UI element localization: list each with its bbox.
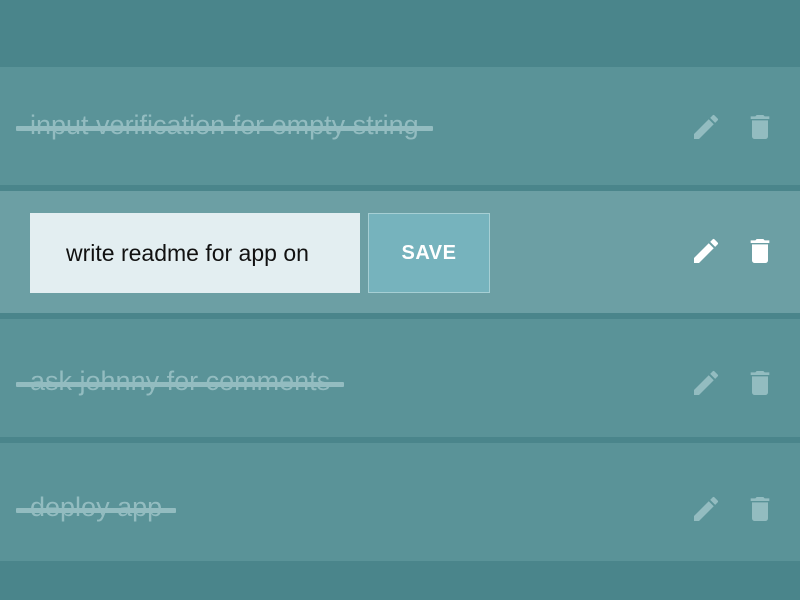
delete-button[interactable] bbox=[742, 365, 778, 401]
trash-icon bbox=[750, 115, 770, 139]
delete-button[interactable] bbox=[742, 491, 778, 527]
pencil-icon bbox=[694, 114, 719, 139]
todo-list: input verification for empty string SAVE bbox=[0, 67, 800, 561]
strikethrough-line bbox=[16, 381, 345, 387]
pencil-icon bbox=[694, 496, 719, 521]
todo-text-completed[interactable]: ask johnny for comments bbox=[16, 368, 345, 395]
delete-button[interactable] bbox=[742, 109, 778, 145]
edit-button[interactable] bbox=[688, 365, 724, 401]
trash-icon bbox=[750, 497, 770, 521]
todo-item: input verification for empty string bbox=[0, 67, 800, 185]
pencil-icon bbox=[694, 238, 719, 263]
save-button[interactable]: SAVE bbox=[368, 213, 490, 293]
todo-app: input verification for empty string SAVE bbox=[0, 0, 800, 600]
edit-button[interactable] bbox=[688, 109, 724, 145]
strikethrough-line bbox=[16, 507, 177, 513]
todo-actions bbox=[670, 109, 778, 145]
todo-actions bbox=[670, 233, 778, 269]
todo-actions bbox=[670, 491, 778, 527]
todo-text-completed[interactable]: input verification for empty string bbox=[16, 112, 433, 139]
todo-text-completed[interactable]: deploy app bbox=[16, 494, 177, 521]
todo-item-editing: SAVE bbox=[0, 191, 800, 313]
todo-actions bbox=[670, 365, 778, 401]
edit-todo-input[interactable] bbox=[30, 213, 360, 293]
edit-button[interactable] bbox=[688, 233, 724, 269]
trash-icon bbox=[750, 239, 770, 263]
edit-button[interactable] bbox=[688, 491, 724, 527]
strikethrough-line bbox=[16, 125, 433, 131]
todo-item: ask johnny for comments bbox=[0, 319, 800, 437]
todo-item: deploy app bbox=[0, 443, 800, 561]
delete-button[interactable] bbox=[742, 233, 778, 269]
pencil-icon bbox=[694, 370, 719, 395]
trash-icon bbox=[750, 371, 770, 395]
